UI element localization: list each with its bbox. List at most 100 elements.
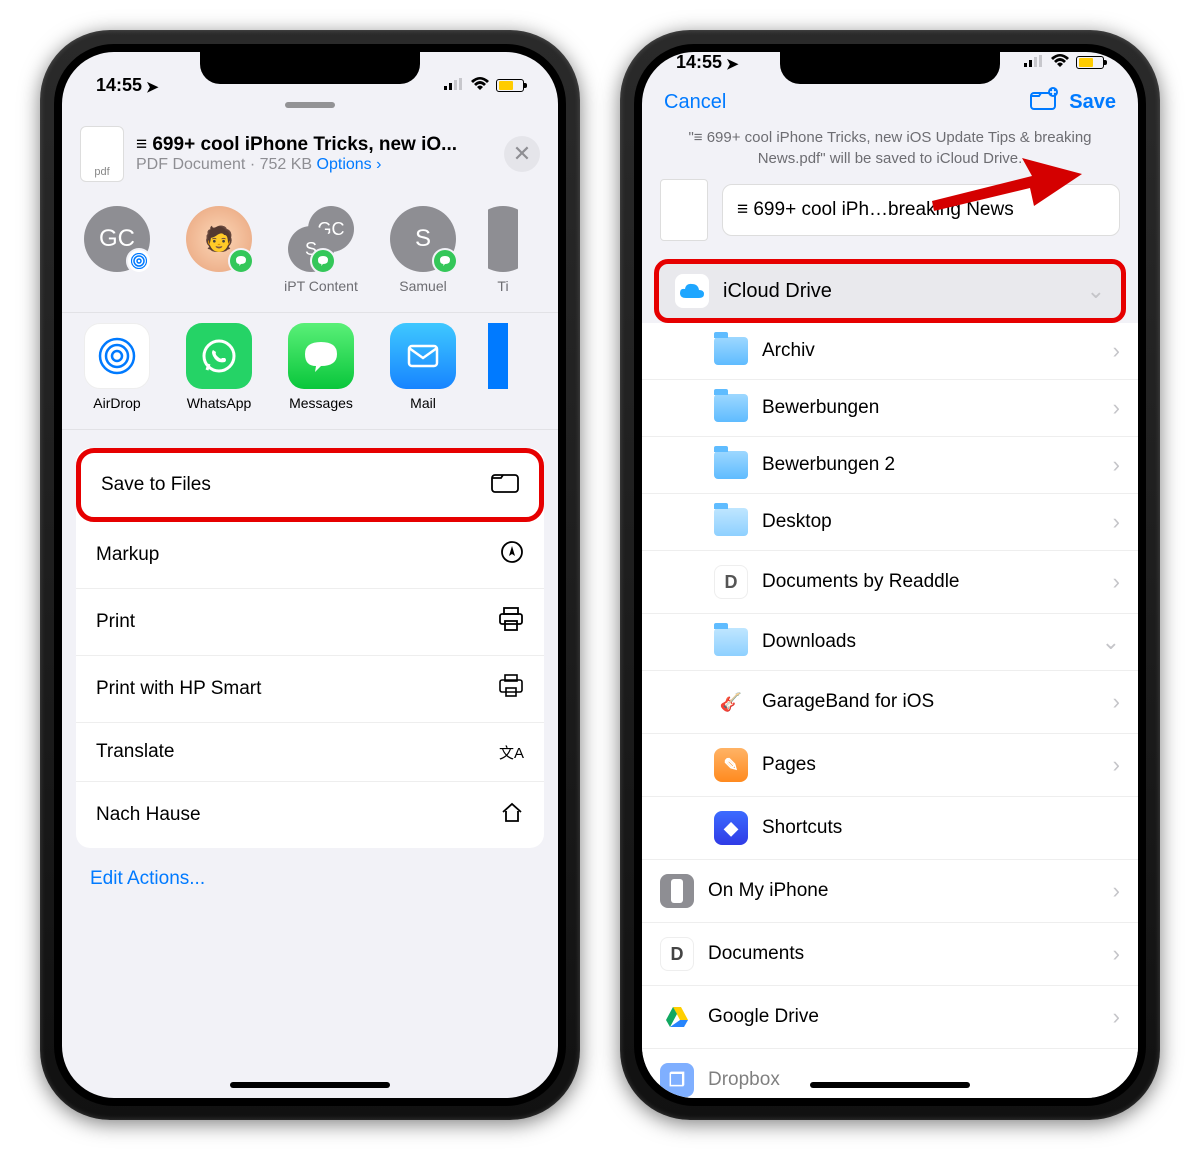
location-icon: ➤ <box>146 78 159 96</box>
folder-icon <box>714 394 748 422</box>
notch <box>780 52 1000 84</box>
document-thumbnail <box>660 179 708 241</box>
chevron-right-icon: › <box>1113 941 1120 967</box>
documents-icon: D <box>660 937 694 971</box>
location-google-drive[interactable]: Google Drive › <box>642 986 1138 1049</box>
chevron-right-icon: › <box>1113 878 1120 904</box>
print-hp-icon <box>498 674 524 704</box>
folder-icon <box>491 471 519 499</box>
close-button[interactable]: ✕ <box>504 136 540 172</box>
folder-garageband[interactable]: 🎸 GarageBand for iOS › <box>642 671 1138 734</box>
chevron-right-icon: › <box>1113 569 1120 595</box>
new-folder-icon[interactable] <box>1029 87 1059 117</box>
contacts-row: GC 🧑 <box>62 196 558 313</box>
location-on-my-iphone[interactable]: On My iPhone › <box>642 860 1138 923</box>
iphone-icon <box>660 874 694 908</box>
home-indicator[interactable] <box>230 1082 390 1088</box>
print-icon <box>498 607 524 637</box>
folder-icon <box>714 337 748 365</box>
chevron-right-icon: › <box>1113 752 1120 778</box>
messages-badge-icon <box>228 248 254 274</box>
options-link[interactable]: Options › <box>317 156 382 173</box>
edit-actions-link[interactable]: Edit Actions... <box>62 848 558 910</box>
iphone-mockup-left: 14:55 ➤ pdf ≡ 699+ cool iPhone Tri <box>40 30 580 1120</box>
chevron-down-icon: ⌄ <box>1087 278 1105 304</box>
chevron-right-icon: › <box>1113 452 1120 478</box>
app-partial[interactable] <box>488 323 508 411</box>
google-drive-icon <box>660 1000 694 1034</box>
notch <box>200 52 420 84</box>
mail-icon <box>390 323 456 389</box>
action-print[interactable]: Print <box>76 589 544 656</box>
chevron-right-icon: › <box>1113 395 1120 421</box>
folder-icon <box>714 451 748 479</box>
sheet-handle[interactable] <box>62 100 558 114</box>
folder-icon <box>714 508 748 536</box>
pages-icon: ✎ <box>714 748 748 782</box>
wifi-icon <box>470 75 490 96</box>
actions-list: Save to Files Markup Print <box>76 448 544 848</box>
document-title: ≡ 699+ cool iPhone Tricks, new iO... <box>136 134 492 156</box>
chevron-right-icon: › <box>1113 338 1120 364</box>
status-time: 14:55 <box>676 52 722 73</box>
contact-memoji[interactable]: 🧑 <box>182 206 256 278</box>
cellular-icon <box>1024 52 1044 73</box>
app-mail[interactable]: Mail <box>386 323 460 411</box>
wifi-icon <box>1050 52 1070 73</box>
battery-icon <box>1076 56 1104 69</box>
folders-list: Archiv › Bewerbungen › Bewerbungen 2 › D… <box>642 323 1138 1098</box>
chevron-right-icon: › <box>1113 1004 1120 1030</box>
location-icon: ➤ <box>726 55 739 73</box>
battery-icon <box>496 79 524 92</box>
whatsapp-icon <box>186 323 252 389</box>
folder-bewerbungen[interactable]: Bewerbungen › <box>642 380 1138 437</box>
nav-bar: Cancel Save <box>642 77 1138 127</box>
folder-documents-readdle[interactable]: D Documents by Readdle › <box>642 551 1138 614</box>
contact-partial[interactable]: Ti <box>488 206 518 294</box>
shortcuts-icon: ◆ <box>714 811 748 845</box>
icloud-icon <box>675 274 709 308</box>
folder-shortcuts[interactable]: ◆ Shortcuts <box>642 797 1138 860</box>
action-save-to-files[interactable]: Save to Files <box>76 448 544 522</box>
location-documents[interactable]: D Documents › <box>642 923 1138 986</box>
contact-samuel[interactable]: S Samuel <box>386 206 460 294</box>
iphone-mockup-right: 14:55 ➤ Cancel <box>620 30 1160 1120</box>
airdrop-badge-icon <box>126 248 152 274</box>
documents-app-icon: D <box>714 565 748 599</box>
chevron-down-icon: ⌄ <box>1102 629 1120 655</box>
messages-badge-icon <box>432 248 458 274</box>
action-translate[interactable]: Translate 文A <box>76 723 544 782</box>
location-header-icloud[interactable]: iCloud Drive ⌄ <box>654 259 1126 323</box>
pdf-thumbnail: pdf <box>80 126 124 182</box>
contact-ipt[interactable]: GC S iPT Content <box>284 206 358 294</box>
app-airdrop[interactable]: AirDrop <box>80 323 154 411</box>
messages-icon <box>288 323 354 389</box>
action-print-hp[interactable]: Print with HP Smart <box>76 656 544 723</box>
folder-desktop[interactable]: Desktop › <box>642 494 1138 551</box>
app-whatsapp[interactable]: WhatsApp <box>182 323 256 411</box>
action-markup[interactable]: Markup <box>76 522 544 589</box>
share-header: pdf ≡ 699+ cool iPhone Tricks, new iO...… <box>62 114 558 196</box>
folder-downloads[interactable]: Downloads ⌄ <box>642 614 1138 671</box>
garageband-icon: 🎸 <box>714 685 748 719</box>
action-nach-hause[interactable]: Nach Hause <box>76 782 544 848</box>
home-indicator[interactable] <box>810 1082 970 1088</box>
location-dropbox[interactable]: ❒ Dropbox <box>642 1049 1138 1098</box>
contact-gc[interactable]: GC <box>80 206 154 278</box>
chevron-right-icon: › <box>1113 509 1120 535</box>
messages-badge-icon <box>310 248 336 274</box>
translate-icon: 文A <box>499 742 524 763</box>
filename-input[interactable]: ≡ 699+ cool iPh…breaking News <box>722 184 1120 236</box>
app-messages[interactable]: Messages <box>284 323 358 411</box>
chevron-right-icon: › <box>1113 689 1120 715</box>
markup-icon <box>500 540 524 570</box>
dropbox-icon: ❒ <box>660 1063 694 1097</box>
home-icon <box>500 800 524 830</box>
save-button[interactable]: Save <box>1069 91 1116 114</box>
cellular-icon <box>444 75 464 96</box>
folder-archiv[interactable]: Archiv › <box>642 323 1138 380</box>
folder-pages[interactable]: ✎ Pages › <box>642 734 1138 797</box>
folder-bewerbungen-2[interactable]: Bewerbungen 2 › <box>642 437 1138 494</box>
folder-icon <box>714 628 748 656</box>
cancel-button[interactable]: Cancel <box>664 91 726 114</box>
